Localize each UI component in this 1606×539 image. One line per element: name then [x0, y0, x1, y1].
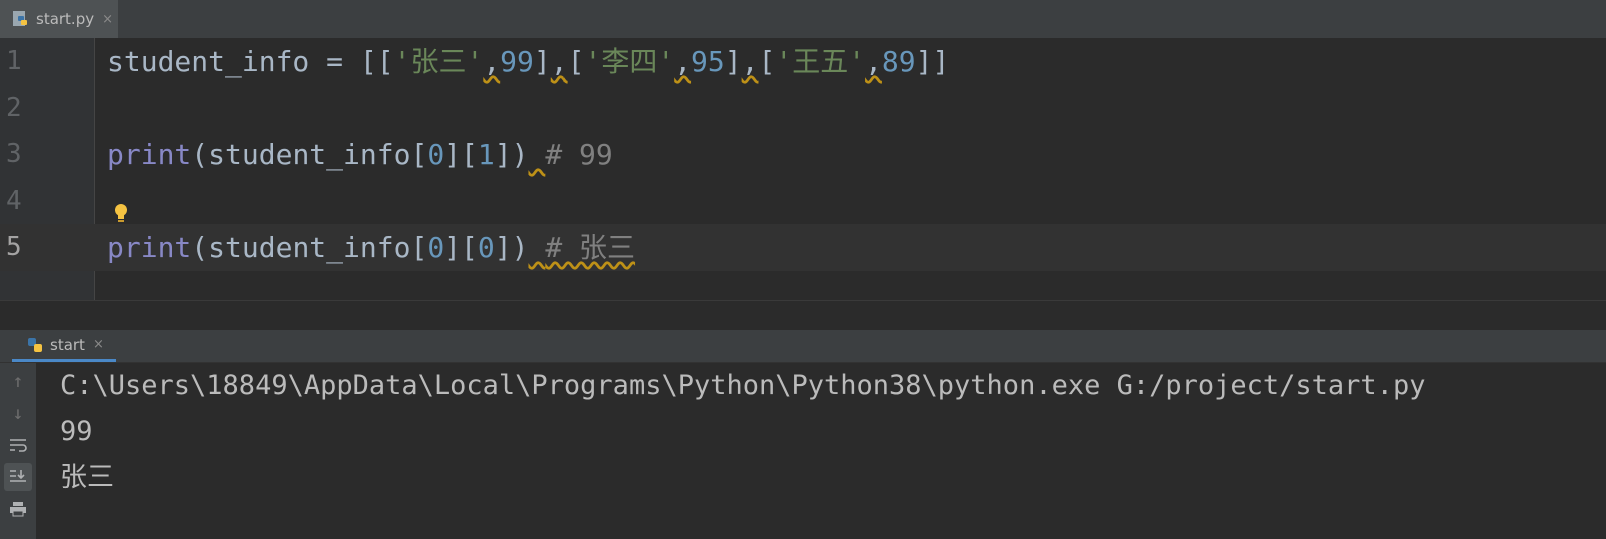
panel-splitter[interactable] — [0, 300, 1606, 331]
editor-tab-bar: start.py × — [0, 0, 1606, 39]
python-run-icon — [28, 337, 42, 352]
close-run-tab-icon[interactable]: × — [93, 337, 104, 352]
code-line-current[interactable]: 5 print(student_info[0][0]) # 张三 — [0, 224, 1606, 271]
code-line[interactable]: 4 — [0, 178, 1606, 225]
run-console[interactable]: C:\Users\18849\AppData\Local\Programs\Py… — [36, 363, 1606, 539]
print-icon[interactable] — [4, 495, 32, 523]
soft-wrap-icon[interactable] — [4, 431, 32, 459]
run-tab-start[interactable]: start × — [12, 330, 116, 362]
arrow-down-icon[interactable]: ↓ — [4, 399, 32, 427]
console-line: 99 — [60, 416, 93, 447]
console-line: 张三 — [60, 462, 114, 493]
run-tab-label: start — [50, 335, 85, 354]
code-line[interactable]: 3 print(student_info[0][1]) # 99 — [0, 131, 1606, 178]
code-line[interactable]: 1 student_info = [['张三',99],['李四',95],['… — [0, 38, 1606, 85]
run-tab-bar: start × — [0, 330, 1606, 363]
line-number: 1 — [6, 46, 22, 76]
tab-start-py[interactable]: start.py × — [0, 0, 118, 38]
line-number: 3 — [6, 139, 22, 169]
lightbulb-icon[interactable] — [114, 203, 128, 223]
python-file-icon — [13, 11, 27, 26]
line-number: 2 — [6, 93, 22, 123]
code-text: print(student_info[0][1]) # 99 — [107, 138, 613, 171]
code-text: student_info = [['张三',99],['李四',95],['王五… — [107, 45, 950, 78]
console-line: C:\Users\18849\AppData\Local\Programs\Py… — [60, 370, 1426, 401]
code-line[interactable]: 2 — [0, 85, 1606, 132]
tab-label: start.py — [36, 10, 95, 28]
scroll-to-end-icon[interactable] — [4, 463, 32, 491]
close-tab-icon[interactable]: × — [102, 12, 113, 27]
run-toolbar: ↑ ↓ — [0, 363, 37, 539]
arrow-up-icon[interactable]: ↑ — [4, 367, 32, 395]
line-number: 5 — [6, 232, 22, 262]
line-number: 4 — [6, 186, 22, 216]
code-text: print(student_info[0][0]) # 张三 — [107, 231, 636, 264]
code-editor[interactable]: 1 student_info = [['张三',99],['李四',95],['… — [0, 38, 1606, 300]
